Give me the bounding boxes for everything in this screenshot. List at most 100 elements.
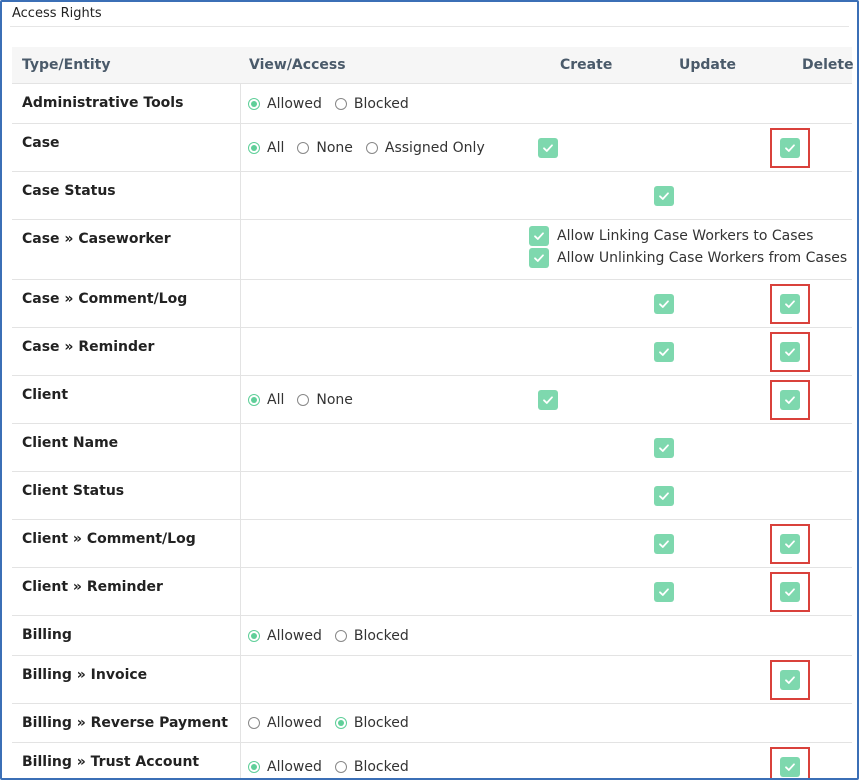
access-rights-panel: Access Rights Type/Entity View/Access Cr… — [0, 0, 859, 780]
update-checkbox[interactable] — [654, 534, 674, 554]
column-divider — [240, 520, 241, 567]
table-header: Type/Entity View/Access Create Update De… — [12, 47, 854, 83]
table-row-client-reminder: Client » Reminder — [12, 567, 852, 615]
check-icon — [658, 538, 670, 550]
radio-unselected-icon[interactable] — [334, 98, 347, 110]
title-divider — [10, 26, 849, 27]
table-row-case-status: Case Status — [12, 171, 852, 219]
radio-none[interactable]: None — [297, 140, 353, 156]
table-row-case-reminder: Case » Reminder — [12, 327, 852, 375]
option-allow-unlinking-case-workers-from-cases[interactable]: Allow Unlinking Case Workers from Cases — [529, 248, 847, 268]
radio-label: Blocked — [353, 628, 409, 644]
radio-unselected-icon[interactable] — [334, 630, 347, 642]
check-icon — [658, 190, 670, 202]
option-label: Allow Unlinking Case Workers from Cases — [557, 250, 848, 266]
update-checkbox[interactable] — [654, 486, 674, 506]
radio-all[interactable]: All — [248, 392, 284, 408]
check-icon — [658, 442, 670, 454]
check-icon — [658, 346, 670, 358]
radio-blocked[interactable]: Blocked — [334, 715, 409, 731]
radio-selected-icon[interactable] — [248, 98, 260, 110]
create-checkbox[interactable] — [538, 390, 558, 410]
radio-unselected-icon[interactable] — [297, 394, 310, 406]
column-divider — [240, 220, 241, 279]
update-checkbox[interactable] — [654, 438, 674, 458]
column-divider — [240, 328, 241, 375]
radio-blocked[interactable]: Blocked — [334, 759, 409, 775]
delete-highlight-box — [770, 284, 810, 324]
radio-unselected-icon[interactable] — [334, 761, 347, 773]
entity-label: Billing » Reverse Payment — [22, 715, 228, 731]
radio-unselected-icon[interactable] — [365, 142, 378, 154]
table-row-case-caseworker: Case » Caseworker Allow Linking Case Work… — [12, 219, 852, 279]
radio-label: None — [316, 140, 353, 156]
column-header-delete: Delete — [802, 57, 854, 73]
column-divider — [240, 424, 241, 471]
column-divider — [240, 172, 241, 219]
table-row-billing: Billing Allowed Blocked — [12, 615, 852, 655]
update-checkbox[interactable] — [654, 294, 674, 314]
view-access-radio-group: All None — [248, 392, 366, 408]
radio-label: Blocked — [353, 715, 409, 731]
entity-label: Billing » Trust Account — [22, 754, 200, 770]
radio-assigned-only[interactable]: Assigned Only — [365, 140, 485, 156]
radio-label: Allowed — [267, 715, 322, 731]
create-checkbox[interactable] — [538, 138, 558, 158]
table-row-billing-invoice: Billing » Invoice — [12, 655, 852, 703]
radio-label: Assigned Only — [384, 140, 485, 156]
radio-label: All — [267, 140, 285, 156]
radio-selected-icon[interactable] — [248, 761, 260, 773]
column-divider — [240, 84, 241, 123]
table-row-client-name: Client Name — [12, 423, 852, 471]
check-icon — [533, 230, 545, 242]
entity-label: Case Status — [22, 183, 116, 199]
radio-allowed[interactable]: Allowed — [248, 628, 322, 644]
column-divider — [240, 704, 241, 742]
option-allow-linking-case-workers-to-cases[interactable]: Allow Linking Case Workers to Cases — [529, 226, 813, 246]
table-row-case-comment-log: Case » Comment/Log — [12, 279, 852, 327]
update-checkbox[interactable] — [654, 186, 674, 206]
table-row-billing-reverse-payment: Billing » Reverse Payment Allowed Blocked — [12, 703, 852, 742]
radio-blocked[interactable]: Blocked — [334, 628, 409, 644]
entity-label: Client Name — [22, 435, 119, 451]
radio-label: All — [267, 392, 285, 408]
entity-label: Client » Reminder — [22, 579, 163, 595]
radio-selected-icon[interactable] — [334, 717, 347, 729]
option-checkbox[interactable] — [529, 226, 549, 246]
delete-highlight-box — [770, 660, 810, 700]
radio-label: Allowed — [267, 628, 322, 644]
entity-label: Billing » Invoice — [22, 667, 148, 683]
column-divider — [240, 656, 241, 703]
radio-unselected-icon[interactable] — [297, 142, 310, 154]
radio-allowed[interactable]: Allowed — [248, 715, 322, 731]
entity-label: Administrative Tools — [22, 95, 184, 111]
update-checkbox[interactable] — [654, 582, 674, 602]
entity-label: Case » Caseworker — [22, 231, 171, 247]
check-icon — [542, 394, 554, 406]
column-divider — [240, 568, 241, 615]
delete-highlight-box — [770, 524, 810, 564]
table-row-billing-trust-account: Billing » Trust Account Allowed Blocked — [12, 742, 852, 778]
entity-label: Client Status — [22, 483, 125, 499]
check-icon — [542, 142, 554, 154]
entity-label: Billing — [22, 627, 72, 643]
table-row-client-status: Client Status — [12, 471, 852, 519]
radio-selected-icon[interactable] — [248, 630, 260, 642]
radio-selected-icon[interactable] — [248, 394, 260, 406]
access-rights-table: Type/Entity View/Access Create Update De… — [12, 47, 854, 778]
radio-label: Blocked — [353, 759, 409, 775]
radio-none[interactable]: None — [297, 392, 353, 408]
radio-allowed[interactable]: Allowed — [248, 96, 322, 112]
column-divider — [240, 280, 241, 327]
radio-blocked[interactable]: Blocked — [334, 96, 409, 112]
radio-unselected-icon[interactable] — [248, 717, 260, 729]
check-icon — [533, 252, 545, 264]
radio-all[interactable]: All — [248, 140, 284, 156]
option-checkbox[interactable] — [529, 248, 549, 268]
radio-allowed[interactable]: Allowed — [248, 759, 322, 775]
radio-selected-icon[interactable] — [248, 142, 260, 154]
radio-label: Allowed — [267, 96, 322, 112]
update-checkbox[interactable] — [654, 342, 674, 362]
radio-label: Blocked — [353, 96, 409, 112]
table-row-case: Case All None Assigned Only — [12, 123, 852, 171]
